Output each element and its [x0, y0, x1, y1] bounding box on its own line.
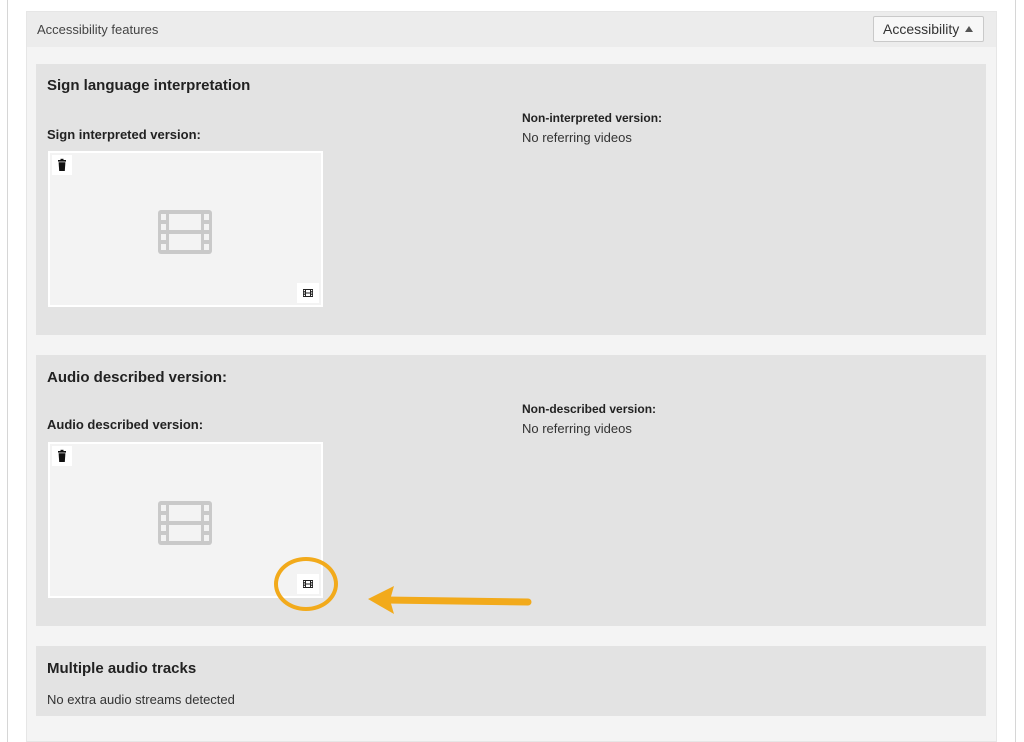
accordion-header[interactable]: Accessibility features Accessibility — [27, 12, 996, 47]
highlight-circle — [274, 557, 338, 611]
audio-described-label: Audio described version: — [47, 417, 204, 432]
trash-icon[interactable] — [52, 155, 72, 175]
accessibility-toggle-button[interactable]: Accessibility — [873, 16, 984, 42]
section-title: Audio described version: — [47, 369, 228, 386]
sign-language-section: Sign language interpretation Sign interp… — [36, 64, 986, 335]
sign-interpreted-label: Sign interpreted version: — [47, 127, 201, 142]
audio-tracks-section: Multiple audio tracks No extra audio str… — [36, 646, 986, 716]
film-placeholder-icon — [158, 501, 212, 550]
section-title: Sign language interpretation — [47, 77, 251, 94]
non-interpreted-value: No referring videos — [522, 130, 632, 145]
arrow-icon — [368, 586, 532, 614]
sign-video-slot — [48, 151, 323, 307]
non-described-label: Non-described version: — [522, 402, 657, 416]
accordion-title: Accessibility features — [37, 22, 159, 37]
audio-tracks-message: No extra audio streams detected — [47, 692, 235, 707]
non-interpreted-label: Non-interpreted version: — [522, 111, 663, 125]
caret-up-icon — [965, 26, 973, 32]
section-title: Multiple audio tracks — [47, 660, 197, 677]
film-icon[interactable] — [297, 283, 319, 303]
trash-icon[interactable] — [52, 446, 72, 466]
film-placeholder-icon — [158, 210, 212, 259]
non-described-value: No referring videos — [522, 421, 632, 436]
accessibility-toggle-label: Accessibility — [883, 21, 960, 37]
